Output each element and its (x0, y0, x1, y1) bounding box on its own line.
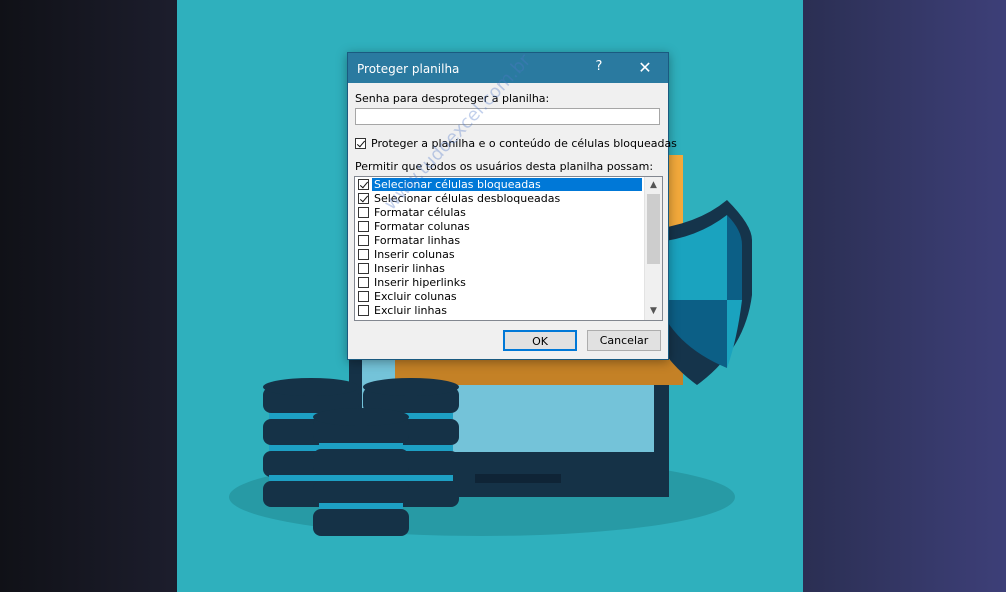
permission-item[interactable]: Selecionar células bloqueadas (355, 178, 645, 192)
dialog-titlebar[interactable]: Proteger planilha ? ✕ (348, 53, 668, 83)
dialog-title: Proteger planilha (357, 62, 460, 76)
protect-sheet-label[interactable]: Proteger a planilha e o conteúdo de célu… (371, 137, 677, 150)
permission-item[interactable]: Formatar células (355, 206, 645, 220)
scroll-up-icon[interactable]: ▲ (645, 177, 662, 194)
permissions-scrollbar[interactable]: ▲ ▼ (644, 177, 662, 320)
permissions-label: Permitir que todos os usuários desta pla… (355, 160, 654, 173)
permission-checkbox[interactable] (358, 305, 369, 316)
permission-label[interactable]: Inserir colunas (372, 248, 457, 261)
permission-checkbox[interactable] (358, 291, 369, 302)
scroll-down-icon[interactable]: ▼ (645, 303, 662, 320)
database-icon (313, 408, 409, 536)
permission-item[interactable]: Formatar linhas (355, 234, 645, 248)
permission-label[interactable]: Inserir linhas (372, 262, 447, 275)
illustration-monitor-slot (475, 474, 561, 483)
password-label: Senha para desproteger a planilha: (355, 92, 550, 105)
permission-checkbox[interactable] (358, 249, 369, 260)
permission-label[interactable]: Formatar colunas (372, 220, 472, 233)
permission-label[interactable]: Excluir linhas (372, 304, 449, 317)
permission-label[interactable]: Formatar células (372, 206, 468, 219)
scroll-thumb[interactable] (647, 194, 660, 264)
help-button[interactable]: ? (588, 59, 610, 77)
permission-label[interactable]: Excluir colunas (372, 290, 459, 303)
permission-checkbox[interactable] (358, 207, 369, 218)
permission-label[interactable]: Inserir hiperlinks (372, 276, 468, 289)
password-field[interactable] (355, 108, 660, 125)
close-button[interactable]: ✕ (634, 58, 656, 78)
protect-sheet-check[interactable] (355, 138, 366, 149)
permission-item[interactable]: Selecionar células desbloqueadas (355, 192, 645, 206)
permission-label[interactable]: Selecionar células desbloqueadas (372, 192, 562, 205)
permission-label[interactable]: Selecionar células bloqueadas (372, 178, 642, 191)
permission-item[interactable]: Inserir linhas (355, 262, 645, 276)
protect-sheet-dialog: Proteger planilha ? ✕ Senha para desprot… (347, 52, 677, 360)
permission-checkbox[interactable] (358, 179, 369, 190)
permission-checkbox[interactable] (358, 263, 369, 274)
permission-item[interactable]: Excluir colunas (355, 290, 645, 304)
permission-item[interactable]: Formatar colunas (355, 220, 645, 234)
permission-item[interactable]: Inserir hiperlinks (355, 276, 645, 290)
permission-checkbox[interactable] (358, 193, 369, 204)
permission-label[interactable]: Formatar linhas (372, 234, 462, 247)
permission-item[interactable]: Inserir colunas (355, 248, 645, 262)
cancel-button[interactable]: Cancelar (587, 330, 661, 351)
permission-checkbox[interactable] (358, 277, 369, 288)
ok-button[interactable]: OK (503, 330, 577, 351)
permission-checkbox[interactable] (358, 221, 369, 232)
permission-checkbox[interactable] (358, 235, 369, 246)
permission-item[interactable]: Excluir linhas (355, 304, 645, 318)
permissions-list[interactable]: Selecionar células bloqueadas Selecionar… (354, 176, 663, 321)
